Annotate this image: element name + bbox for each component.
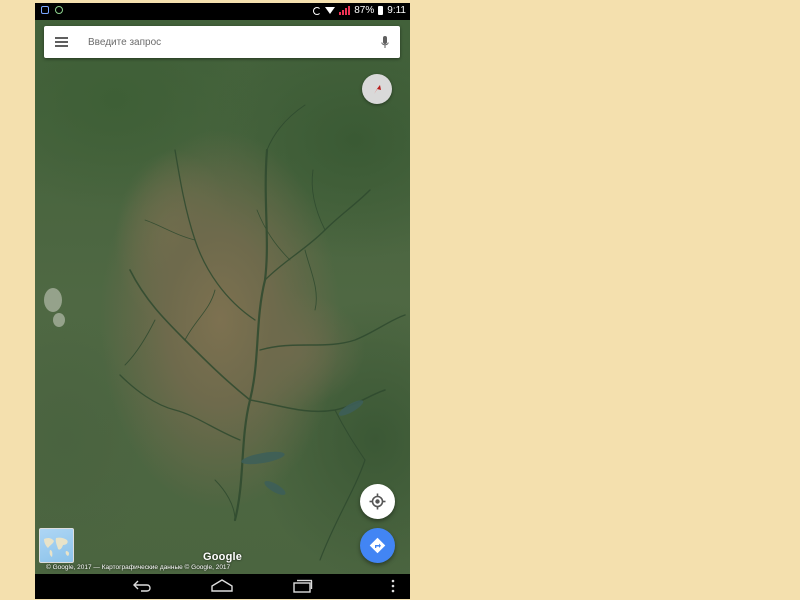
menu-icon[interactable] — [55, 37, 68, 47]
status-bar: 87% 9:11 — [35, 3, 410, 20]
search-bar[interactable] — [44, 26, 400, 58]
notification-app-icon — [41, 6, 49, 14]
tablet-screen: 87% 9:11 Введите запрос Google © Google,… — [35, 3, 410, 599]
river-network — [44, 104, 406, 561]
notification-google-icon — [55, 6, 63, 14]
google-logo: Google — [203, 551, 243, 563]
sync-icon — [313, 6, 322, 15]
signal-icon — [339, 6, 351, 15]
clock: 9:11 — [387, 5, 406, 16]
search-input[interactable] — [88, 32, 368, 52]
mic-icon[interactable] — [381, 36, 389, 50]
battery-icon — [378, 6, 384, 15]
directions-button[interactable] — [360, 528, 395, 563]
compass-icon — [374, 85, 381, 94]
back-icon[interactable] — [132, 579, 154, 593]
home-icon[interactable] — [211, 579, 233, 593]
battery-percent: 87% — [354, 5, 375, 16]
map-copyright: © Google, 2017 — Картографические данные… — [46, 564, 231, 571]
overflow-menu-icon[interactable] — [390, 579, 396, 593]
my-location-icon — [369, 493, 386, 510]
recents-icon[interactable] — [291, 579, 313, 593]
satellite-map[interactable] — [35, 20, 410, 574]
directions-icon — [369, 537, 386, 554]
navigation-bar — [35, 574, 410, 599]
wifi-icon — [325, 7, 336, 14]
layers-thumbnail[interactable] — [39, 528, 74, 563]
compass-button[interactable] — [362, 74, 392, 104]
world-map-icon — [44, 537, 70, 557]
my-location-button[interactable] — [360, 484, 395, 519]
